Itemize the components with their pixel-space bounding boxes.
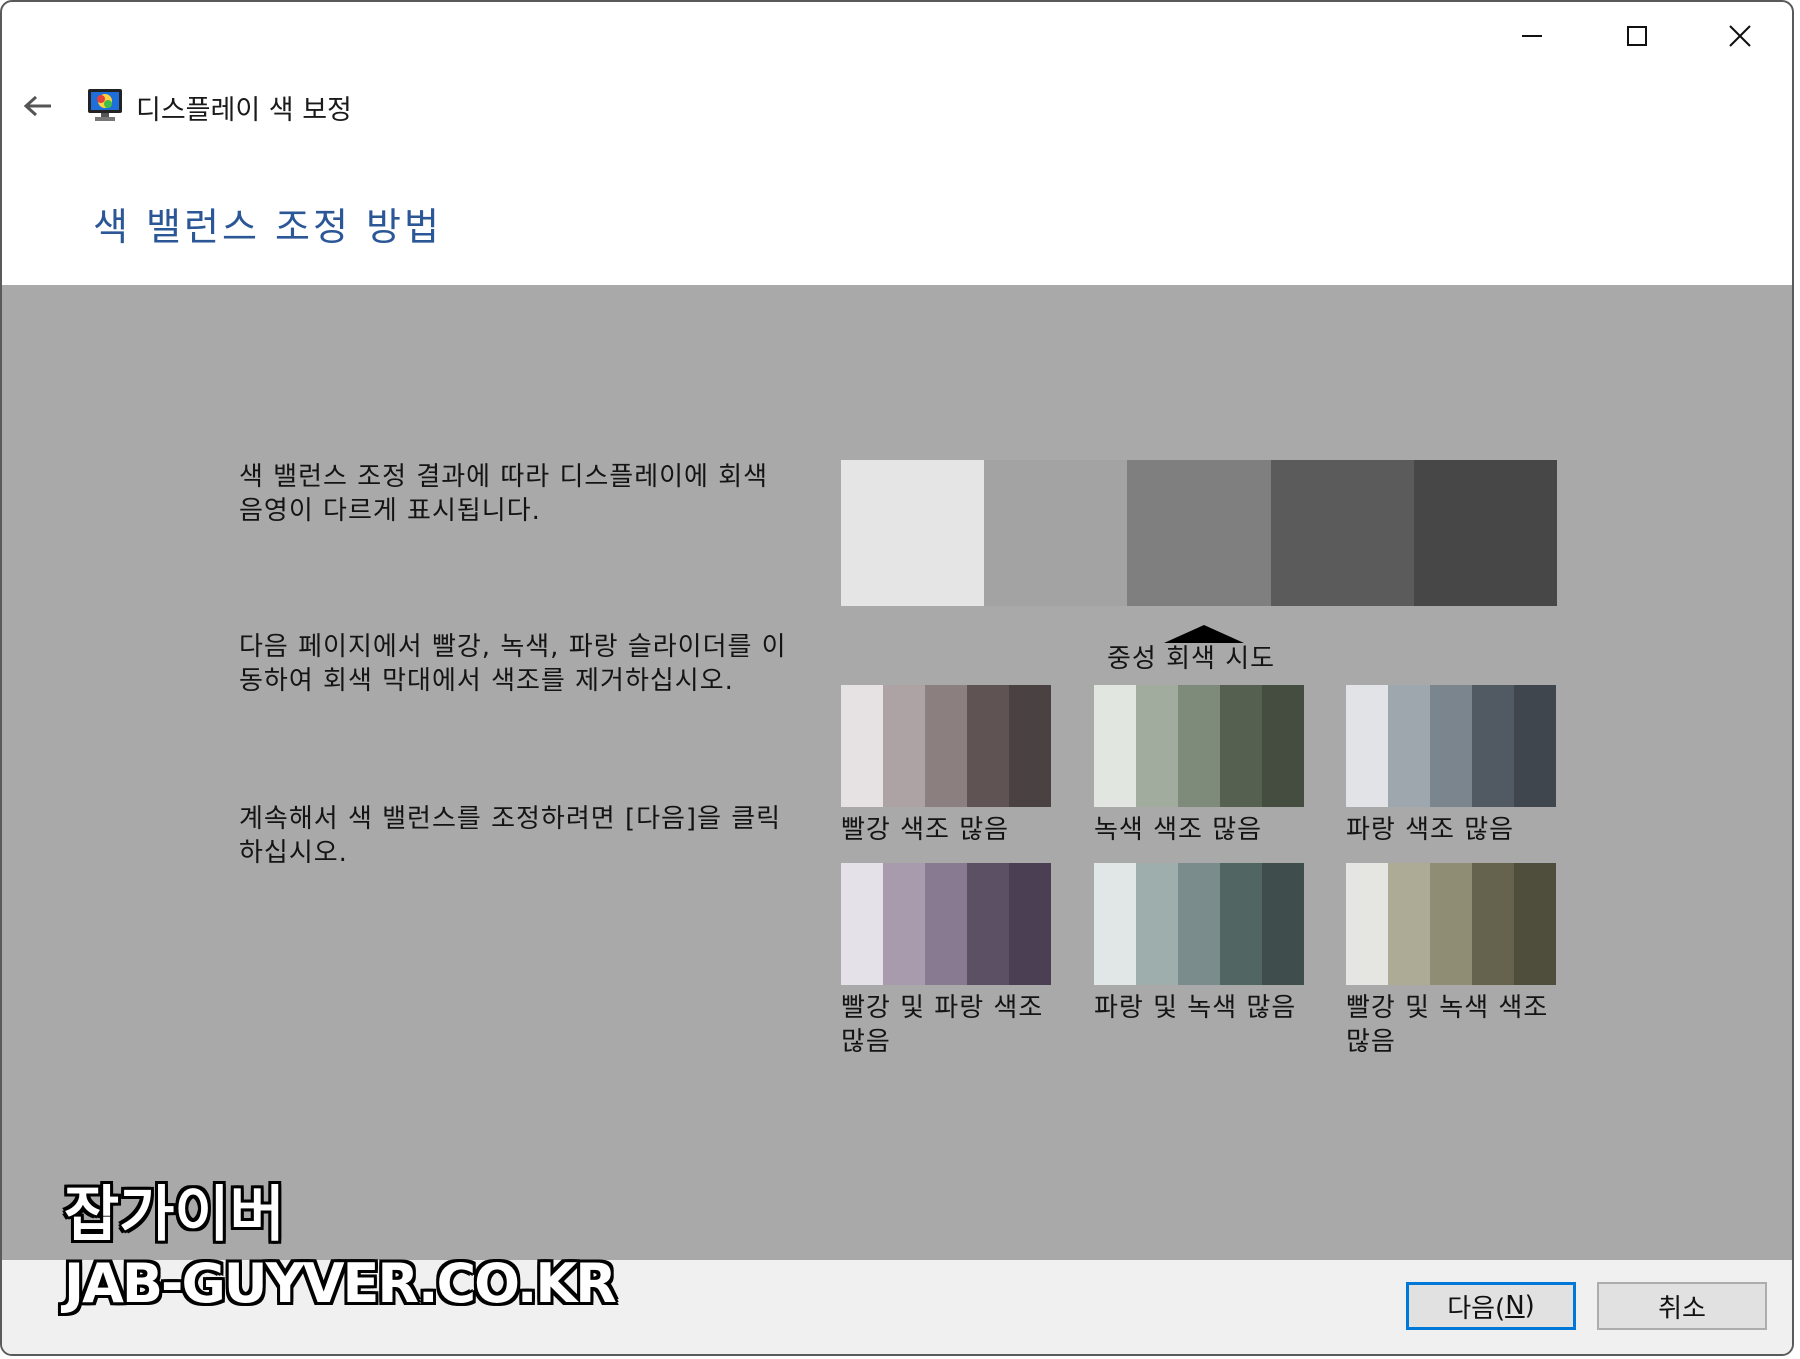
swatch-step-3: [925, 863, 967, 985]
swatch-step-3: [1178, 863, 1220, 985]
swatch-caption: 파랑 색조 많음: [1346, 815, 1515, 845]
gray-bar-step-4: [1270, 460, 1414, 606]
instruction-text-2: 다음 페이지에서 빨강, 녹색, 파랑 슬라이더를 이동하여 회색 막대에서 색…: [239, 632, 787, 696]
swatch-step-4: [967, 685, 1009, 807]
swatch-caption: 파랑 및 녹색 많음: [1094, 993, 1297, 1023]
title-bar: [2, 2, 1792, 74]
swatch-step-1: [841, 685, 883, 807]
swatch-red-blue-tint: 빨강 및 파랑 색조 많음: [841, 863, 1051, 1059]
swatch-strip: [1346, 863, 1556, 985]
swatch-green-tint: 녹색 색조 많음: [1094, 685, 1304, 847]
swatch-strip: [1094, 863, 1304, 985]
watermark-brand: 잡가이버: [64, 1180, 285, 1250]
navigation-bar: 디스플레이 색 보정: [2, 74, 1792, 138]
swatch-step-5: [1262, 685, 1304, 807]
watermark-url: JAB-GUYVER.CO.KR: [64, 1252, 617, 1315]
page-heading: 색 밸런스 조정 방법: [93, 205, 442, 249]
minimize-icon: [1522, 35, 1542, 37]
swatch-blue-tint: 파랑 색조 많음: [1346, 685, 1556, 847]
calibration-window: 디스플레이 색 보정 색 밸런스 조정 방법 색 밸런스 조정 결과에 따라 디…: [0, 0, 1794, 1356]
swatch-strip: [841, 685, 1051, 807]
close-icon: [1729, 25, 1751, 47]
swatch-strip: [1094, 685, 1304, 807]
cancel-button[interactable]: 취소: [1597, 1282, 1767, 1330]
swatch-step-2: [1388, 863, 1430, 985]
gray-bar-step-2: [984, 460, 1128, 606]
swatch-step-1: [1094, 863, 1136, 985]
swatch-step-4: [1472, 863, 1514, 985]
back-button[interactable]: [16, 86, 60, 126]
next-button-label: 다음(: [1447, 1293, 1506, 1324]
swatch-step-4: [1472, 685, 1514, 807]
neutral-gray-label: 중성 회색 시도: [1107, 644, 1276, 674]
maximize-icon: [1627, 26, 1647, 46]
next-button-close: ): [1524, 1291, 1535, 1321]
swatch-caption: 빨강 및 녹색 색조 많음: [1346, 993, 1549, 1057]
swatch-strip: [1346, 685, 1556, 807]
swatch-step-1: [1346, 685, 1388, 807]
swatch-step-5: [1009, 863, 1051, 985]
swatch-step-3: [1430, 685, 1472, 807]
swatch-strip: [841, 863, 1051, 985]
maximize-button[interactable]: [1587, 8, 1687, 64]
swatch-step-3: [1430, 863, 1472, 985]
swatch-step-5: [1514, 685, 1556, 807]
swatch-step-2: [883, 685, 925, 807]
gray-bar-step-5: [1413, 460, 1558, 606]
swatch-step-5: [1514, 863, 1556, 985]
swatch-caption: 빨강 및 파랑 색조 많음: [841, 993, 1044, 1057]
swatch-step-3: [1178, 685, 1220, 807]
swatch-red-green-tint: 빨강 및 녹색 색조 많음: [1346, 863, 1556, 1059]
close-button[interactable]: [1690, 8, 1790, 64]
swatch-blue-green-tint: 파랑 및 녹색 많음: [1094, 863, 1304, 1025]
swatch-step-5: [1009, 685, 1051, 807]
swatch-caption: 빨강 색조 많음: [841, 815, 1010, 845]
swatch-step-1: [1346, 863, 1388, 985]
gray-bar-step-3: [1127, 460, 1271, 606]
swatch-step-1: [841, 863, 883, 985]
minimize-button[interactable]: [1482, 8, 1582, 64]
gray-bar-step-1: [841, 460, 985, 606]
swatch-step-2: [1136, 685, 1178, 807]
window-title: 디스플레이 색 보정: [136, 95, 352, 126]
content-area: 색 밸런스 조정 결과에 따라 디스플레이에 회색 음영이 다르게 표시됩니다.…: [2, 285, 1792, 1260]
swatch-step-1: [1094, 685, 1136, 807]
instruction-text-1: 색 밸런스 조정 결과에 따라 디스플레이에 회색 음영이 다르게 표시됩니다.: [239, 462, 769, 526]
swatch-step-2: [1388, 685, 1430, 807]
display-monitor-icon: [86, 86, 124, 124]
next-button[interactable]: 다음(N): [1406, 1282, 1576, 1330]
swatch-step-5: [1262, 863, 1304, 985]
swatch-step-4: [967, 863, 1009, 985]
swatch-step-2: [883, 863, 925, 985]
next-button-mnemonic: N: [1505, 1291, 1525, 1321]
neutral-gray-bar: [841, 460, 1558, 606]
instruction-text-3: 계속해서 색 밸런스를 조정하려면 [다음]을 클릭하십시오.: [239, 804, 782, 868]
swatch-step-3: [925, 685, 967, 807]
swatch-step-4: [1220, 863, 1262, 985]
swatch-step-2: [1136, 863, 1178, 985]
back-arrow-icon: [23, 95, 51, 117]
swatch-red-tint: 빨강 색조 많음: [841, 685, 1051, 847]
swatch-caption: 녹색 색조 많음: [1094, 815, 1263, 845]
swatch-step-4: [1220, 685, 1262, 807]
